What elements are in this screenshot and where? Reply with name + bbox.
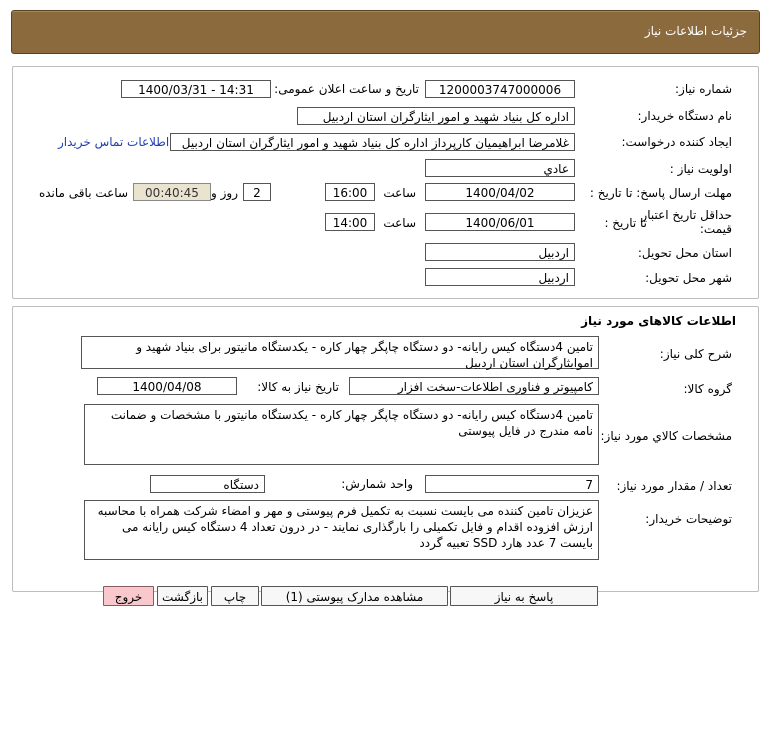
need-number-field: 1200003747000006 [425, 80, 575, 98]
deadline-date-field: 1400/04/02 [425, 183, 575, 201]
notes-field: عزیزان تامین کننده می بایست نسبت به تکمی… [84, 500, 599, 560]
requester-label: ایجاد کننده درخواست: [621, 135, 732, 149]
deadline-time-field: 16:00 [325, 183, 375, 201]
deadline-label: مهلت ارسال پاسخ: تا تاریخ : [589, 186, 732, 200]
need-date-field: 1400/04/08 [97, 377, 237, 395]
unit-field: دستگاه [150, 475, 265, 493]
need-date-label: تاریخ نیاز به کالا: [257, 380, 339, 394]
exit-button[interactable]: خروج [103, 586, 154, 606]
reply-button[interactable]: پاسخ به نیاز [450, 586, 598, 606]
days-label: روز و [211, 186, 238, 200]
province-label: استان محل تحویل: [637, 246, 732, 260]
page-header: جزئیات اطلاعات نیاز [11, 10, 760, 54]
need-info-panel [12, 66, 759, 299]
goods-section-title: اطلاعات کالاهای مورد نیاز [581, 314, 736, 328]
print-button[interactable]: چاپ [211, 586, 259, 606]
priority-label: اولویت نیاز : [669, 162, 732, 176]
group-label: گروه کالا: [683, 382, 733, 396]
requester-field: غلامرضا ابراهیمیان کارپرداز اداره کل بنی… [170, 133, 575, 151]
unit-label: واحد شمارش: [341, 477, 413, 491]
days-field: 2 [243, 183, 271, 201]
validity-date-field: 1400/06/01 [425, 213, 575, 231]
view-attachments-button[interactable]: مشاهده مدارک پیوستی (1) [261, 586, 448, 606]
announce-label: تاریخ و ساعت اعلان عمومی: [274, 82, 419, 96]
back-button[interactable]: بازگشت [157, 586, 208, 606]
summary-field: تامین 4دستگاه کیس رایانه- دو دستگاه چاپگ… [81, 336, 599, 370]
qty-label: تعداد / مقدار مورد نیاز: [616, 479, 732, 493]
page-title: جزئیات اطلاعات نیاز [644, 24, 747, 38]
remaining-label: ساعت باقی مانده [38, 186, 128, 200]
group-field: کامپیوتر و فناوری اطلاعات-سخت افزار [349, 377, 599, 395]
spec-field: تامین 4دستگاه کیس رایانه- دو دستگاه چاپگ… [84, 404, 599, 465]
validity-label-2: قیمت: [699, 222, 732, 236]
city-field: اردبیل [425, 268, 575, 286]
city-label: شهر محل تحویل: [645, 271, 732, 285]
province-field: اردبیل [425, 243, 575, 261]
deadline-hour-label: ساعت [383, 186, 416, 200]
buyer-field: اداره کل بنیاد شهید و امور ایثارگران است… [297, 107, 575, 125]
remaining-time-field: 00:40:45 [133, 183, 211, 201]
qty-field: 7 [425, 475, 599, 493]
need-number-label: شماره نیاز: [675, 82, 732, 96]
validity-hour-label: ساعت [383, 216, 416, 230]
notes-label: توضیحات خریدار: [645, 512, 732, 526]
buyer-contact-link[interactable]: اطلاعات تماس خریدار [58, 135, 169, 149]
buyer-label: نام دستگاه خریدار: [637, 109, 733, 123]
validity-label: حداقل تاریخ اعتبار [641, 208, 732, 222]
validity-to-label: تا تاریخ : [604, 216, 647, 230]
announce-field: 1400/03/31 - 14:31 [121, 80, 271, 98]
spec-label: مشخصات کالاي مورد نياز: [600, 429, 732, 443]
priority-field: عادي [425, 159, 575, 177]
summary-label: شرح کلی نیاز: [659, 347, 732, 361]
validity-time-field: 14:00 [325, 213, 375, 231]
